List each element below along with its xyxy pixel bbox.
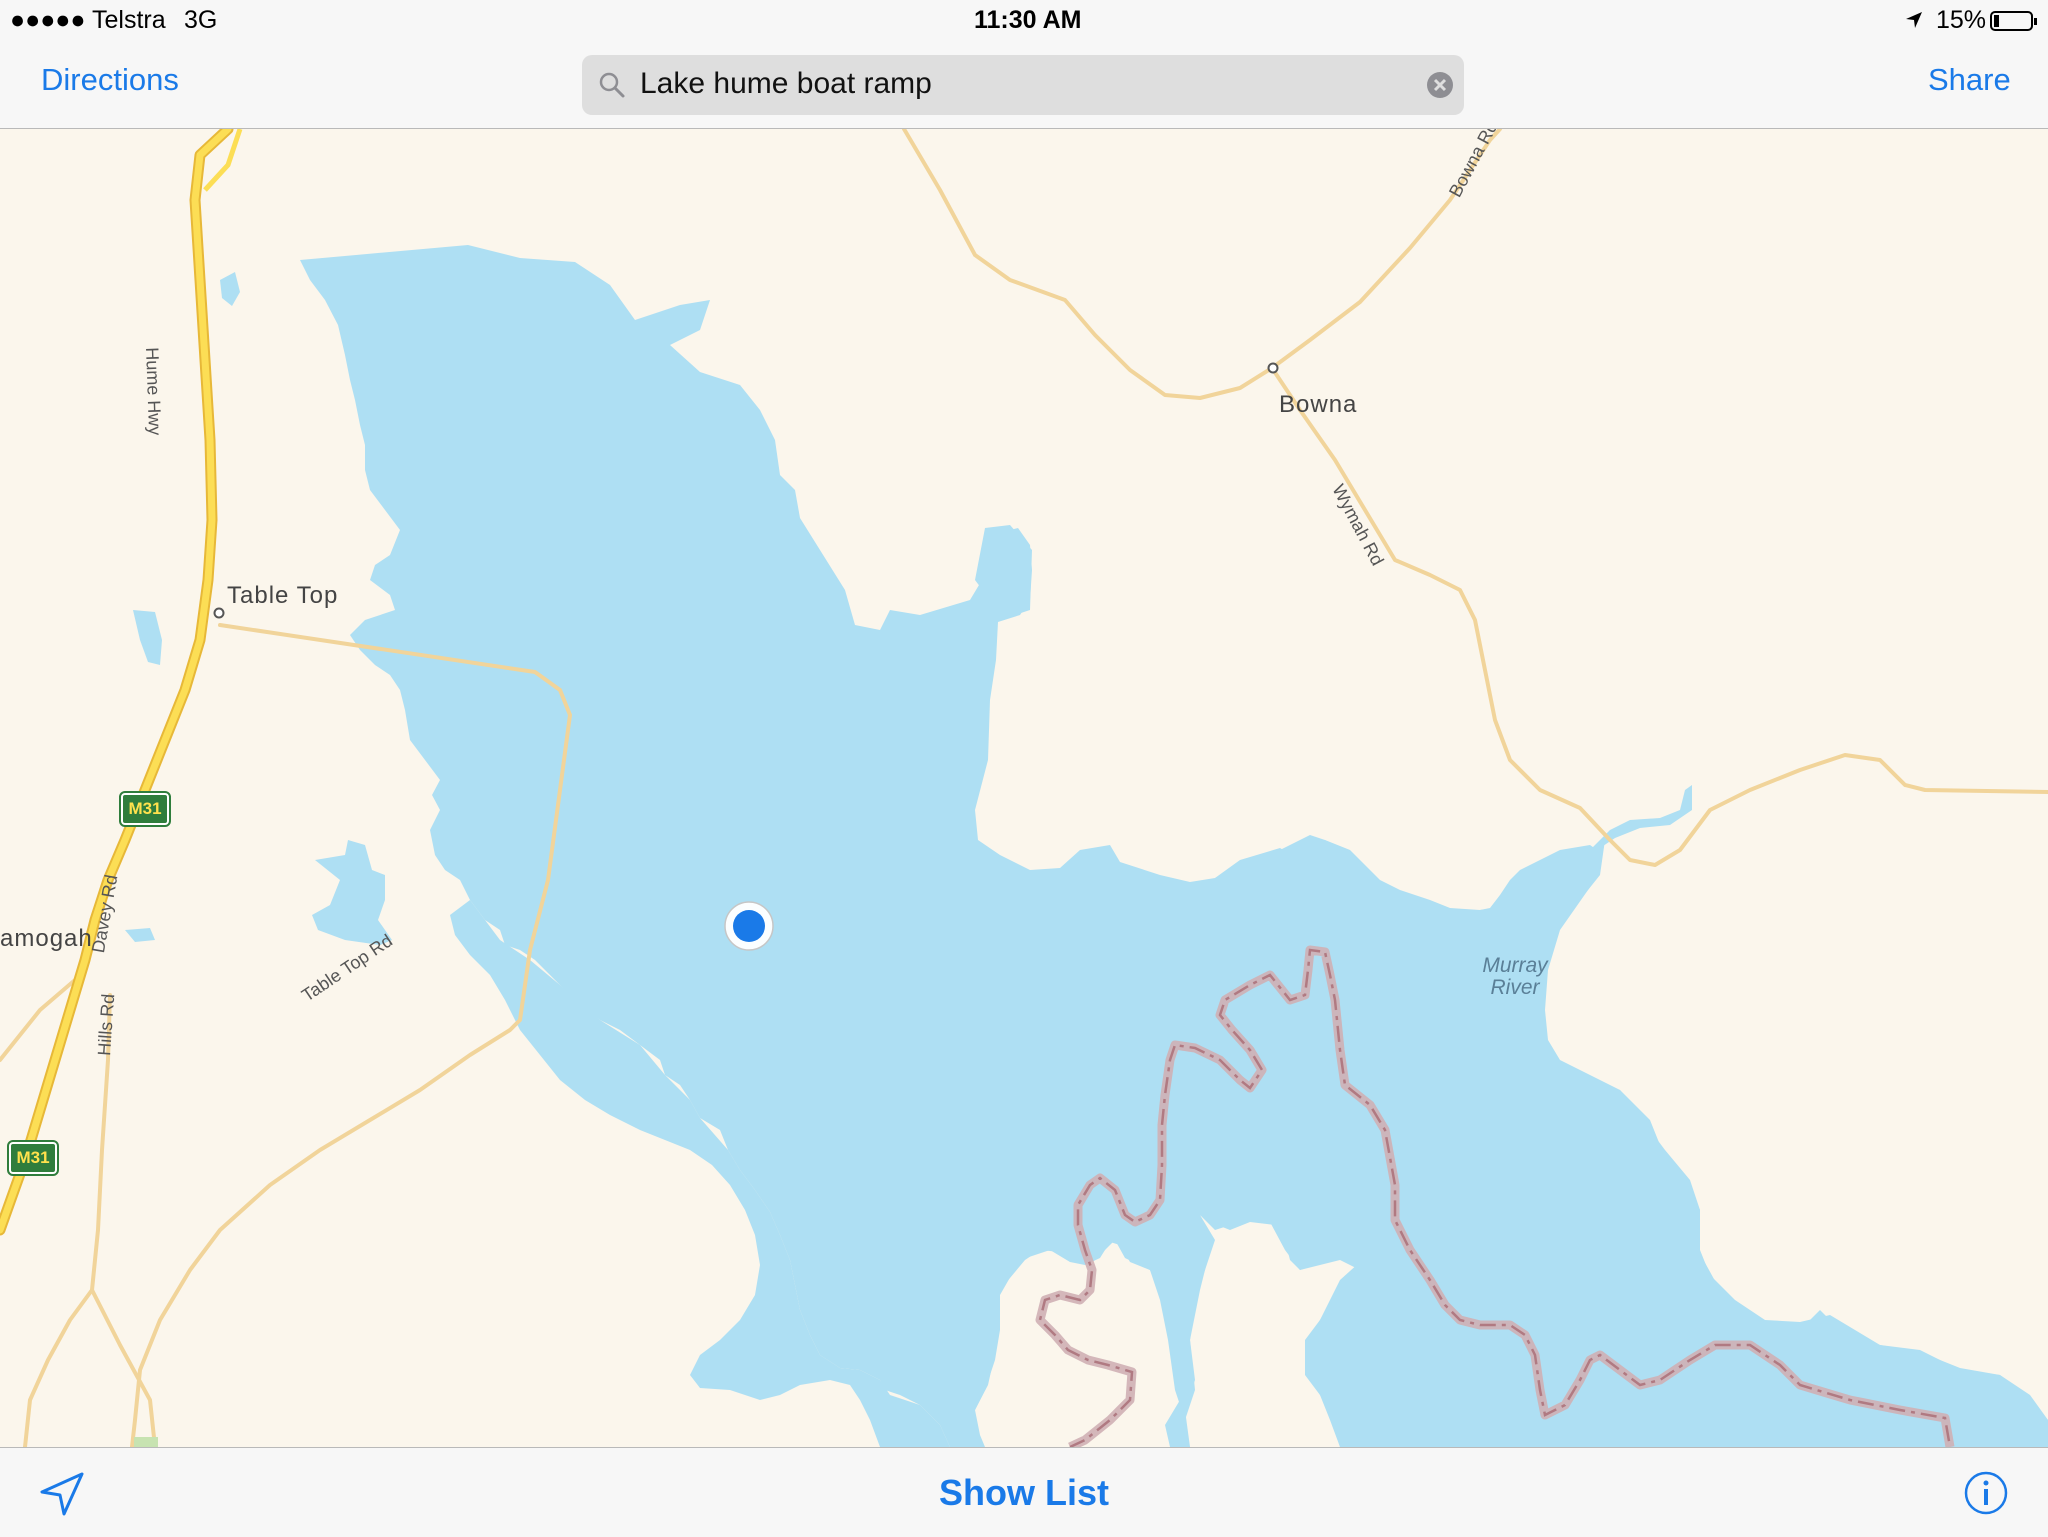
share-button[interactable]: Share xyxy=(1928,62,2011,98)
table-top-marker xyxy=(213,607,225,619)
show-list-button[interactable]: Show List xyxy=(0,1472,2048,1514)
route-shield-m31: M31 xyxy=(119,791,171,827)
hume-highway xyxy=(0,129,243,1236)
location-services-icon xyxy=(1906,12,1922,28)
place-label-table-top: Table Top xyxy=(227,582,339,609)
info-icon[interactable] xyxy=(1963,1470,2009,1516)
battery-icon xyxy=(1990,11,2037,31)
place-label-amogah: amogah xyxy=(0,925,93,952)
search-icon xyxy=(599,72,625,98)
directions-button[interactable]: Directions xyxy=(41,62,179,98)
battery-percent: 15% xyxy=(1936,6,1987,34)
water-label-murray-river: Murray River xyxy=(1482,954,1548,999)
network-label: 3G xyxy=(184,6,218,34)
clear-search-icon[interactable] xyxy=(1426,71,1454,99)
map-canvas[interactable] xyxy=(0,129,2048,1447)
clock: 11:30 AM xyxy=(974,6,1082,34)
road-label-hume-hwy: Hume Hwy xyxy=(142,347,166,436)
search-field[interactable]: Lake hume boat ramp xyxy=(582,55,1464,115)
map-view[interactable]: Table Top Bowna amogah Hume Hwy Table To… xyxy=(0,129,2048,1447)
current-location-dot xyxy=(733,910,765,942)
place-label-bowna: Bowna xyxy=(1279,391,1358,418)
bottom-toolbar: Show List xyxy=(0,1447,2048,1537)
navigation-bar: Directions Lake hume boat ramp Share xyxy=(0,42,2048,129)
status-bar: ●●●●● Telstra 3G 11:30 AM 15% xyxy=(0,0,2048,42)
route-shield-m31: M31 xyxy=(7,1140,59,1176)
bowna-marker xyxy=(1267,362,1279,374)
road-label-hills-rd: Hills Rd xyxy=(94,993,119,1057)
search-input[interactable]: Lake hume boat ramp xyxy=(640,67,932,101)
carrier-label: ●●●●● Telstra xyxy=(10,6,166,34)
